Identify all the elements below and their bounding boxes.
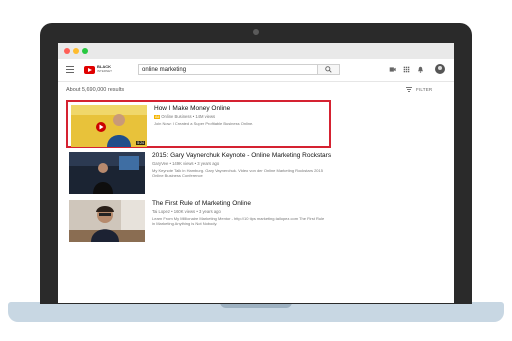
video-title-3[interactable]: The First Rule of Marketing Online xyxy=(152,200,251,207)
video-description-1: Join Now: I Created a Super Profitable B… xyxy=(154,121,254,126)
filter-icon[interactable] xyxy=(406,87,412,93)
maximize-window-button[interactable] xyxy=(82,48,88,54)
youtube-play-icon xyxy=(84,66,95,74)
channel-name-3[interactable]: Tai Lopez xyxy=(152,209,170,214)
video-meta-3: Tai Lopez • 160K views • 3 years ago xyxy=(152,209,221,214)
search-button[interactable] xyxy=(318,64,340,75)
upload-video-icon[interactable] xyxy=(389,66,396,73)
filter-button[interactable]: FILTER xyxy=(416,87,432,92)
window-titlebar xyxy=(58,43,454,59)
result-item-1[interactable]: 5:24 How I Make Money Online Ad Online Bu… xyxy=(66,100,331,148)
video-description-2: My Keynote Talk in Hamburg. Gary Vaynerc… xyxy=(152,168,323,178)
laptop-frame: BLACK INTERNET online marketing About 5,… xyxy=(40,23,472,304)
video-thumbnail-2[interactable] xyxy=(69,152,145,194)
video-duration-1: 5:24 xyxy=(136,141,145,145)
video-thumbnail-3[interactable] xyxy=(69,200,145,242)
thumbnail-image-3 xyxy=(69,200,145,242)
video-meta-1: Ad Online Business • 14M views xyxy=(154,114,215,119)
channel-name-2[interactable]: GaryVee xyxy=(152,161,168,166)
result-item-3[interactable]: The First Rule of Marketing Online Tai L… xyxy=(66,197,331,245)
youtube-header: BLACK INTERNET online marketing xyxy=(58,59,454,82)
close-window-button[interactable] xyxy=(64,48,70,54)
video-thumbnail-1[interactable]: 5:24 xyxy=(71,105,147,147)
apps-grid-icon[interactable] xyxy=(403,66,410,73)
account-avatar[interactable] xyxy=(435,64,445,74)
video-description-3: Learn From My Millionaire Marketing Ment… xyxy=(152,216,325,226)
search-query: online marketing xyxy=(142,67,187,73)
results-count: About 5,690,000 results xyxy=(66,87,125,93)
ad-badge: Ad xyxy=(154,115,161,119)
thumbnail-image-2 xyxy=(69,152,145,194)
webcam-icon xyxy=(253,29,259,35)
result-item-2[interactable]: 2015: Gary Vaynerchuk Keynote - Online M… xyxy=(66,149,331,197)
hamburger-menu-icon[interactable] xyxy=(66,66,74,73)
youtube-logo[interactable]: BLACK INTERNET xyxy=(84,65,112,75)
view-count-2: • 149K views • 3 years ago xyxy=(169,161,220,166)
notifications-bell-icon[interactable] xyxy=(417,66,424,73)
view-count-1: • 14M views xyxy=(192,114,216,119)
video-title-2[interactable]: 2015: Gary Vaynerchuk Keynote - Online M… xyxy=(152,152,331,159)
minimize-window-button[interactable] xyxy=(73,48,79,54)
logo-line2: INTERNET xyxy=(97,69,112,73)
video-meta-2: GaryVee • 149K views • 3 years ago xyxy=(152,161,219,166)
view-count-3: • 160K views • 3 years ago xyxy=(171,209,221,214)
search-input[interactable]: online marketing xyxy=(138,64,318,75)
channel-name-1[interactable]: Online Business xyxy=(161,114,191,119)
search-icon xyxy=(325,66,332,73)
video-title-1[interactable]: How I Make Money Online xyxy=(154,105,230,112)
browser-window: BLACK INTERNET online marketing About 5,… xyxy=(58,43,454,303)
